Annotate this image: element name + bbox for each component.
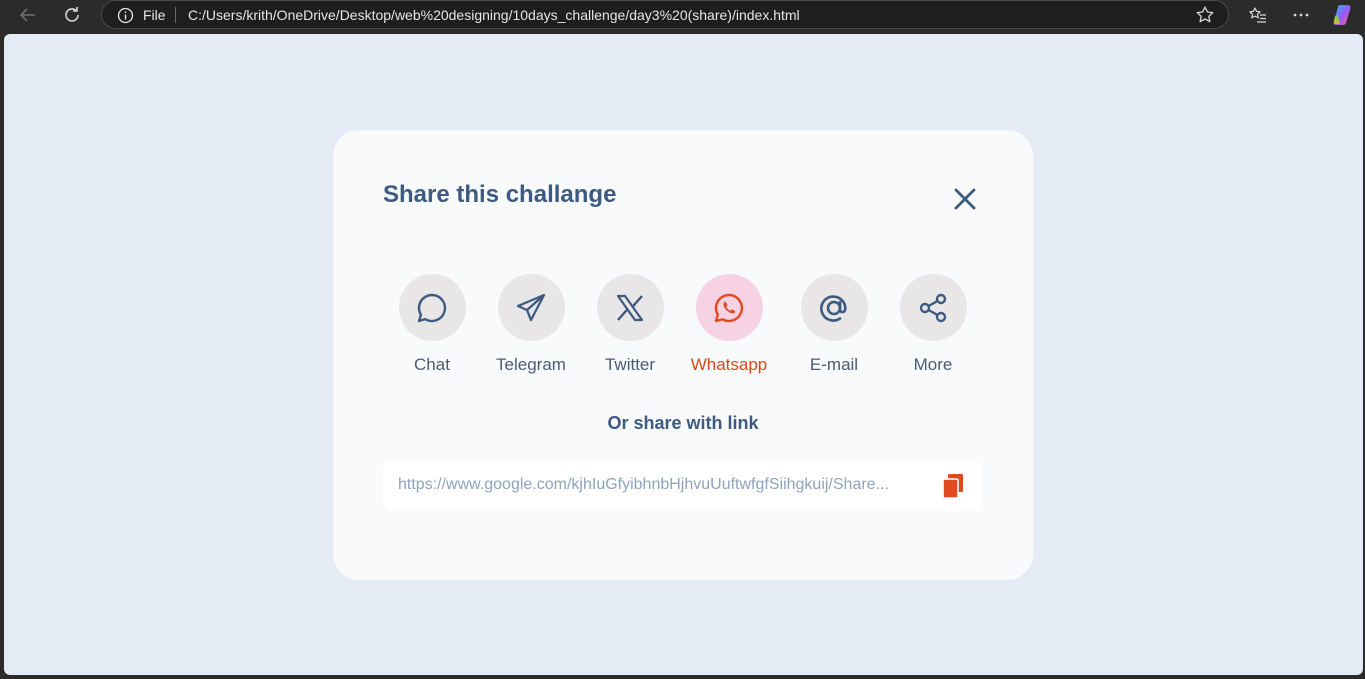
email-icon-circle — [800, 274, 868, 341]
share-option-email[interactable]: E-mail — [784, 274, 884, 375]
share-label-chat: Chat — [414, 355, 450, 374]
settings-more-button[interactable] — [1289, 3, 1313, 27]
favorites-button[interactable] — [1246, 3, 1270, 27]
chat-icon — [417, 293, 447, 322]
dialog-title: Share this challange — [383, 181, 617, 208]
chat-icon-circle — [398, 274, 466, 341]
whatsapp-icon-circle — [695, 274, 763, 341]
share-option-chat[interactable]: Chat — [382, 274, 482, 375]
reload-icon — [65, 7, 79, 22]
favorite-star-icon[interactable] — [1195, 5, 1215, 25]
share-dialog: Share this challange Chat Telegram Twitt… — [333, 130, 1033, 580]
info-icon[interactable] — [117, 7, 134, 24]
favorites-list-icon — [1249, 7, 1266, 23]
url-text[interactable]: C:/Users/krith/OneDrive/Desktop/web%20de… — [188, 7, 800, 23]
share-link-box — [383, 461, 983, 511]
share-label-more: More — [913, 355, 953, 374]
share-option-telegram[interactable]: Telegram — [481, 274, 581, 375]
ellipsis-icon — [1293, 13, 1309, 17]
close-button[interactable] — [951, 185, 979, 213]
share-link-input[interactable] — [398, 476, 898, 494]
twitter-icon-circle — [596, 274, 664, 341]
share-option-twitter[interactable]: Twitter — [580, 274, 680, 375]
telegram-icon-circle — [497, 274, 565, 341]
share-icon — [919, 293, 947, 322]
whatsapp-icon — [714, 293, 744, 322]
copy-link-button[interactable] — [941, 473, 965, 499]
twitter-x-icon — [616, 294, 644, 321]
back-arrow-icon — [19, 8, 35, 22]
page-viewport: Share this challange Chat Telegram Twitt… — [4, 34, 1363, 675]
link-heading: Or share with link — [607, 413, 759, 433]
back-button[interactable] — [16, 3, 40, 27]
address-bar[interactable]: File C:/Users/krith/OneDrive/Desktop/web… — [101, 0, 1229, 29]
reload-button[interactable] — [60, 3, 84, 27]
file-label: File — [143, 7, 166, 23]
close-icon — [954, 188, 976, 210]
share-label-twitter: Twitter — [604, 355, 656, 374]
share-option-more[interactable]: More — [883, 274, 983, 375]
more-icon-circle — [899, 274, 967, 341]
copilot-icon — [1333, 5, 1351, 25]
at-icon — [820, 294, 847, 322]
share-label-whatsapp: Whatsapp — [690, 355, 768, 374]
share-label-email: E-mail — [809, 355, 859, 374]
telegram-icon — [516, 293, 546, 321]
copy-icon — [942, 474, 963, 499]
copilot-button[interactable] — [1331, 3, 1355, 27]
share-option-whatsapp[interactable]: Whatsapp — [679, 274, 779, 375]
browser-toolbar: File C:/Users/krith/OneDrive/Desktop/web… — [0, 0, 1365, 30]
share-label-telegram: Telegram — [496, 355, 566, 374]
address-divider — [175, 7, 176, 23]
